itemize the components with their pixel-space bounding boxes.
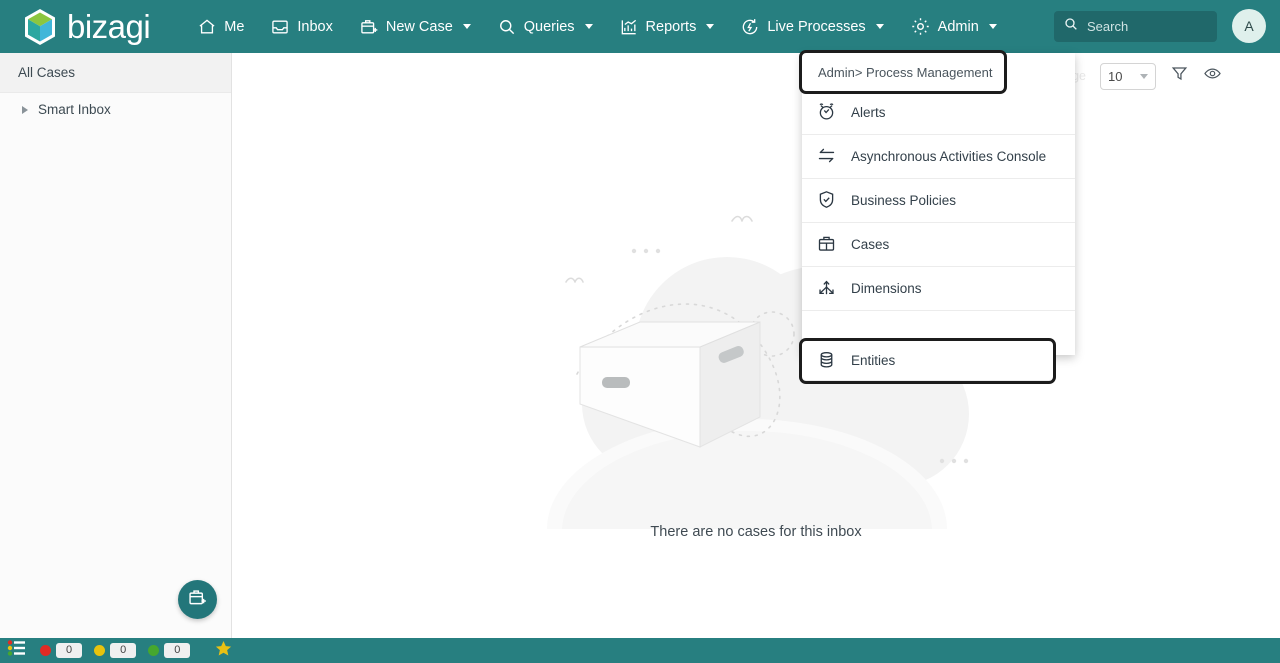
admin-dropdown-menu: Admin> Process Management Alerts Asynchr… bbox=[799, 50, 1075, 384]
nav-label-new-case: New Case bbox=[385, 18, 453, 35]
new-case-fab-button[interactable] bbox=[178, 580, 217, 619]
top-navigation-bar: bizagi Me Inbox New Case Queries Reports… bbox=[0, 0, 1280, 53]
chevron-down-icon bbox=[584, 24, 593, 29]
sidebar-item-smart-inbox[interactable]: Smart Inbox bbox=[0, 93, 231, 126]
briefcase-plus-icon bbox=[359, 17, 379, 37]
admin-menu-item-cases[interactable]: Cases bbox=[802, 223, 1075, 267]
bizagi-work-portal: bizagi Me Inbox New Case Queries Reports… bbox=[0, 0, 1280, 663]
expand-triangle-icon[interactable] bbox=[22, 105, 28, 114]
admin-menu-header-label: Admin> Process Management bbox=[818, 64, 993, 80]
top-nav-items: Me Inbox New Case Queries Reports Live P… bbox=[184, 10, 1010, 43]
nav-item-me[interactable]: Me bbox=[184, 11, 257, 43]
status-badge-on-time[interactable]: 0 bbox=[148, 643, 191, 658]
bar-chart-icon bbox=[619, 17, 639, 37]
admin-menu-item-business-policies[interactable]: Business Policies bbox=[802, 179, 1075, 223]
database-stack-icon bbox=[816, 349, 837, 373]
search-placeholder: Search bbox=[1087, 19, 1129, 34]
admin-menu-label-dimensions: Dimensions bbox=[851, 281, 922, 296]
nav-label-inbox: Inbox bbox=[297, 18, 333, 35]
sidebar-item-label: Smart Inbox bbox=[38, 102, 111, 117]
favorite-star-icon[interactable] bbox=[214, 639, 233, 663]
gear-icon bbox=[910, 16, 931, 37]
nav-item-new-case[interactable]: New Case bbox=[346, 11, 484, 43]
nav-label-reports: Reports bbox=[645, 18, 697, 35]
live-processes-icon bbox=[740, 17, 760, 37]
admin-menu-item-asynchronous-activities-console[interactable]: Asynchronous Activities Console bbox=[802, 135, 1075, 179]
nav-label-admin: Admin bbox=[937, 18, 979, 35]
avatar[interactable]: A bbox=[1232, 9, 1266, 43]
bizagi-cube-icon bbox=[22, 7, 58, 47]
status-count-overdue: 0 bbox=[56, 643, 83, 658]
status-badge-at-risk[interactable]: 0 bbox=[94, 643, 137, 658]
avatar-initial: A bbox=[1244, 18, 1254, 34]
main-content: Results per page 10 bbox=[232, 53, 1280, 639]
sidebar-header-all-cases: All Cases bbox=[0, 53, 231, 93]
admin-menu-item-alerts[interactable]: Alerts bbox=[802, 91, 1075, 135]
inbox-tray-icon bbox=[270, 17, 290, 37]
status-count-on-time: 0 bbox=[164, 643, 191, 658]
brand-name: bizagi bbox=[67, 8, 151, 45]
shield-check-icon bbox=[816, 189, 837, 213]
admin-menu-item-entities[interactable]: Entities bbox=[799, 338, 1056, 384]
admin-menu-label-business-policies: Business Policies bbox=[851, 193, 957, 208]
eye-visibility-icon[interactable] bbox=[1203, 64, 1222, 88]
admin-menu-label-alerts: Alerts bbox=[851, 105, 886, 120]
nav-label-me: Me bbox=[224, 18, 245, 35]
status-dot-yellow bbox=[94, 645, 106, 656]
results-per-page-select[interactable]: 10 bbox=[1100, 62, 1156, 90]
search-magnifier-icon bbox=[497, 17, 517, 37]
admin-menu-header-tooltip: Admin> Process Management bbox=[799, 50, 1007, 94]
admin-menu-label-async: Asynchronous Activities Console bbox=[851, 149, 1047, 164]
nav-item-live-processes[interactable]: Live Processes bbox=[727, 11, 896, 43]
status-bar: 0 0 0 bbox=[0, 638, 1280, 663]
briefcase-icon bbox=[816, 233, 837, 257]
sync-arrows-icon bbox=[816, 145, 837, 169]
brand-logo-area[interactable]: bizagi bbox=[22, 7, 151, 47]
alarm-clock-check-icon bbox=[816, 101, 837, 125]
chevron-down-icon bbox=[1140, 73, 1148, 79]
status-dot-red bbox=[40, 645, 51, 656]
nav-item-reports[interactable]: Reports bbox=[606, 11, 728, 43]
chevron-down-icon bbox=[875, 24, 884, 29]
nav-item-admin[interactable]: Admin bbox=[897, 10, 1010, 43]
branching-arrows-icon bbox=[816, 277, 837, 301]
nav-label-live-processes: Live Processes bbox=[767, 18, 866, 35]
chevron-down-icon bbox=[988, 24, 997, 29]
new-case-briefcase-plus-icon bbox=[187, 587, 208, 613]
status-dot-green bbox=[148, 645, 160, 656]
nav-item-queries[interactable]: Queries bbox=[484, 11, 606, 43]
status-badge-overdue[interactable]: 0 bbox=[40, 643, 83, 658]
colored-list-icon[interactable] bbox=[6, 639, 28, 662]
empty-state-message: There are no cases for this inbox bbox=[650, 524, 862, 540]
results-per-page-value: 10 bbox=[1108, 68, 1123, 84]
admin-menu-label-cases: Cases bbox=[851, 237, 890, 252]
funnel-filter-icon[interactable] bbox=[1170, 64, 1189, 88]
search-icon bbox=[1063, 16, 1079, 37]
chevron-down-icon bbox=[462, 24, 471, 29]
nav-label-queries: Queries bbox=[523, 18, 575, 35]
admin-menu-label-entities: Entities bbox=[851, 353, 896, 368]
sidebar-header-label: All Cases bbox=[18, 65, 76, 80]
admin-menu-item-dimensions[interactable]: Dimensions bbox=[802, 267, 1075, 311]
search-input[interactable]: Search bbox=[1054, 11, 1217, 42]
home-icon bbox=[197, 17, 217, 37]
chevron-down-icon bbox=[706, 24, 715, 29]
sidebar: All Cases Smart Inbox bbox=[0, 53, 232, 638]
nav-item-inbox[interactable]: Inbox bbox=[257, 11, 345, 43]
status-count-at-risk: 0 bbox=[110, 643, 137, 658]
empty-state: There are no cases for this inbox bbox=[232, 99, 1280, 639]
